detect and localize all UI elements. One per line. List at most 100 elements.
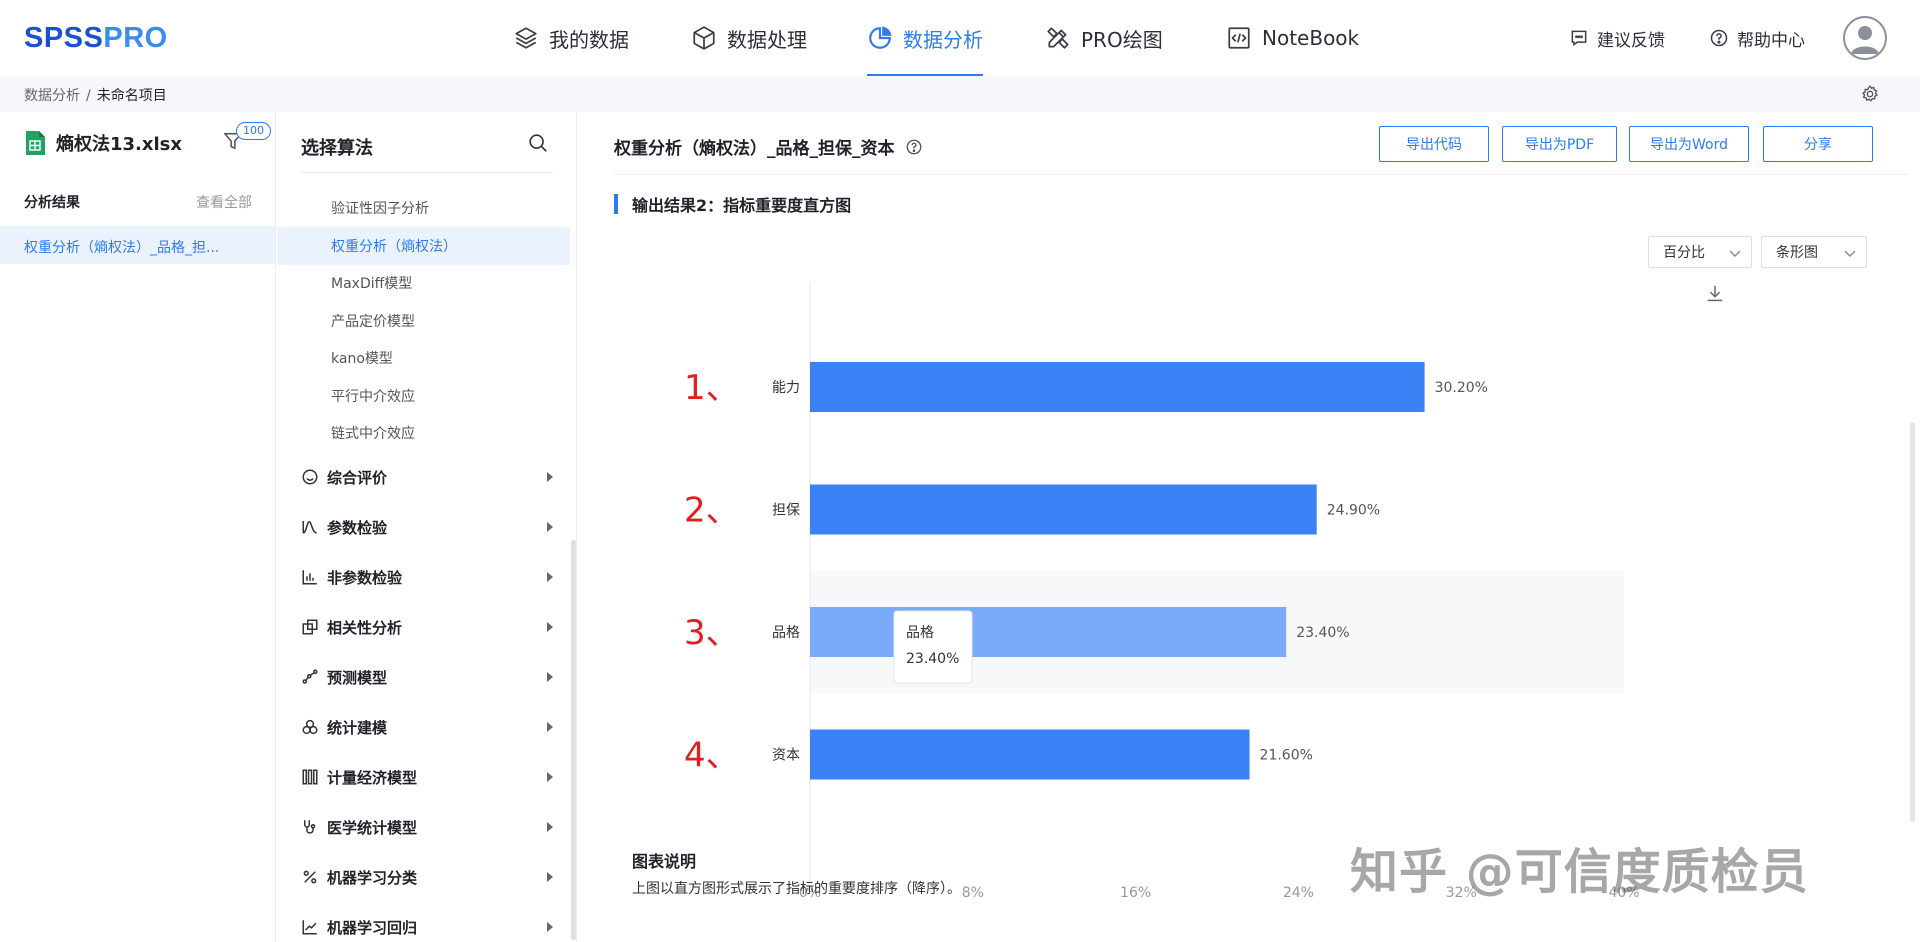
tooltip-box xyxy=(893,610,973,684)
page-title: 权重分析（熵权法）_品格_担保_资本 xyxy=(614,134,923,159)
gear-icon[interactable] xyxy=(1860,84,1880,104)
export-pdf-button[interactable]: 导出为PDF xyxy=(1502,126,1617,162)
algorithm-item[interactable]: 验证性因子分析 xyxy=(331,198,429,218)
x-tick-label: 8% xyxy=(962,885,984,901)
pie-chart-icon xyxy=(869,26,892,49)
algorithm-scrollbar[interactable] xyxy=(571,540,576,940)
results-title: 分析结果 xyxy=(24,195,80,211)
bar xyxy=(810,484,1317,535)
expand-arrow-icon xyxy=(547,822,553,832)
algorithm-panel-title: 选择算法 xyxy=(301,138,373,159)
category-nonparametric-test[interactable]: 非参数检验 xyxy=(301,562,553,592)
chart-notes-text: 上图以直方图形式展示了指标的重要度排序（降序）。 xyxy=(632,881,961,897)
algorithm-panel: 选择算法 验证性因子分析 权重分析（熵权法） MaxDiff模型 产品定价模型 … xyxy=(277,112,577,942)
nav-notebook[interactable]: NoteBook xyxy=(1226,0,1359,76)
category-econometrics[interactable]: 计量经济模型 xyxy=(301,762,553,792)
algorithm-item[interactable]: 平行中介效应 xyxy=(331,386,415,406)
chevron-down-icon xyxy=(1729,250,1741,257)
expand-arrow-icon xyxy=(547,572,553,582)
export-code-button[interactable]: 导出代码 xyxy=(1379,126,1489,162)
category-statistical-modeling[interactable]: 统计建模 xyxy=(301,712,553,742)
percent-icon xyxy=(303,870,317,884)
question-circle-icon[interactable] xyxy=(905,138,923,156)
expand-arrow-icon xyxy=(547,722,553,732)
chart-notes-title: 图表说明 xyxy=(632,852,697,871)
category-ml-classification[interactable]: 机器学习分类 xyxy=(301,862,553,892)
y-tick-label: 能力 xyxy=(772,380,800,396)
rank-annotation: 2、 xyxy=(684,491,740,531)
divider xyxy=(301,172,553,173)
three-circles-icon xyxy=(302,719,318,735)
expand-arrow-icon xyxy=(547,922,553,932)
spreadsheet-icon xyxy=(26,131,45,155)
app-logo[interactable]: SPSSPRO xyxy=(24,22,168,55)
chevron-down-icon xyxy=(1844,250,1856,257)
trend-nodes-icon xyxy=(302,669,318,684)
user-icon xyxy=(1851,26,1879,54)
algorithm-item[interactable]: 产品定价模型 xyxy=(331,311,415,331)
algorithm-item[interactable]: 链式中介效应 xyxy=(331,423,415,443)
expand-arrow-icon xyxy=(547,522,553,532)
rank-annotation: 3、 xyxy=(684,613,740,653)
overlap-squares-icon xyxy=(302,619,318,635)
algorithm-item[interactable]: MaxDiff模型 xyxy=(331,273,412,293)
data-label: 30.20% xyxy=(1435,380,1488,396)
data-label: 21.60% xyxy=(1260,748,1313,764)
bar xyxy=(810,607,1287,657)
tubes-icon xyxy=(302,769,318,785)
feedback-link[interactable]: 建议反馈 xyxy=(1569,0,1665,76)
line-chart-icon xyxy=(302,920,317,935)
code-file-icon xyxy=(1228,27,1250,49)
watermark-text: 知乎 @可信度质检员 xyxy=(1350,844,1809,900)
export-word-button[interactable]: 导出为Word xyxy=(1629,126,1749,162)
expand-arrow-icon xyxy=(547,622,553,632)
view-all-link[interactable]: 查看全部 xyxy=(196,192,252,212)
category-comprehensive-evaluation[interactable]: 综合评价 xyxy=(301,462,553,492)
breadcrumb-root[interactable]: 数据分析 xyxy=(24,88,80,104)
category-parametric-test[interactable]: 参数检验 xyxy=(301,512,553,542)
top-navigation: SPSSPRO 我的数据 数据处理 数据分析 PRO绘图 NoteBook 建议… xyxy=(0,0,1920,76)
rank-annotation: 4、 xyxy=(684,736,740,776)
expand-arrow-icon xyxy=(547,672,553,682)
help-center-link[interactable]: 帮助中心 xyxy=(1709,0,1805,76)
filter-count-badge: 100 xyxy=(236,122,271,140)
result-item-entropy-weight[interactable]: 权重分析（熵权法）_品格_担... xyxy=(0,226,275,264)
nav-data-processing[interactable]: 数据处理 xyxy=(691,0,807,76)
smile-circle-icon xyxy=(302,469,318,485)
distribution-curve-icon xyxy=(302,520,317,534)
breadcrumb-current: 未命名项目 xyxy=(96,88,167,104)
y-tick-label: 资本 xyxy=(772,748,800,764)
expand-arrow-icon xyxy=(547,872,553,882)
main-scrollbar[interactable] xyxy=(1910,422,1915,822)
breadcrumb: 数据分析 / 未命名项目 xyxy=(24,88,167,104)
category-prediction[interactable]: 预测模型 xyxy=(301,662,553,692)
breadcrumb-bar: 数据分析 / 未命名项目 xyxy=(0,76,1920,112)
tooltip-name: 品格 xyxy=(906,625,934,641)
bar xyxy=(810,362,1425,412)
pencil-ruler-icon xyxy=(1047,27,1069,49)
file-name: 熵权法13.xlsx xyxy=(56,134,182,155)
section-title: 输出结果2：指标重要度直方图 xyxy=(614,192,851,216)
file-header: 熵权法13.xlsx xyxy=(24,130,182,156)
data-label: 24.90% xyxy=(1327,503,1380,519)
nav-data-analysis[interactable]: 数据分析 xyxy=(867,0,983,76)
search-icon[interactable] xyxy=(527,132,549,154)
cube-icon xyxy=(693,26,715,50)
comment-icon xyxy=(1571,30,1587,47)
algorithm-item-active[interactable]: 权重分析（熵权法） xyxy=(331,236,457,256)
chart-type-select[interactable]: 条形图 xyxy=(1761,236,1867,268)
analysis-results-panel: 熵权法13.xlsx 100 分析结果 查看全部 权重分析（熵权法）_品格_担.… xyxy=(0,112,276,942)
expand-arrow-icon xyxy=(547,472,553,482)
rank-annotation: 1、 xyxy=(684,368,740,408)
nav-my-data[interactable]: 我的数据 xyxy=(513,0,629,76)
algorithm-item[interactable]: kano模型 xyxy=(331,348,393,368)
category-correlation[interactable]: 相关性分析 xyxy=(301,612,553,642)
user-avatar[interactable] xyxy=(1843,16,1887,60)
unit-select[interactable]: 百分比 xyxy=(1648,236,1752,268)
nav-pro-drawing[interactable]: PRO绘图 xyxy=(1045,0,1163,76)
category-ml-regression[interactable]: 机器学习回归 xyxy=(301,912,553,942)
share-button[interactable]: 分享 xyxy=(1763,126,1873,162)
importance-bar-chart: 0% 8% 16% 24% 32% 40%能力 30.20%1、担保 24.90%2、品格 23… xyxy=(684,282,1640,901)
tooltip-value: 23.40% xyxy=(906,651,959,667)
category-medical-statistics[interactable]: 医学统计模型 xyxy=(301,812,553,842)
